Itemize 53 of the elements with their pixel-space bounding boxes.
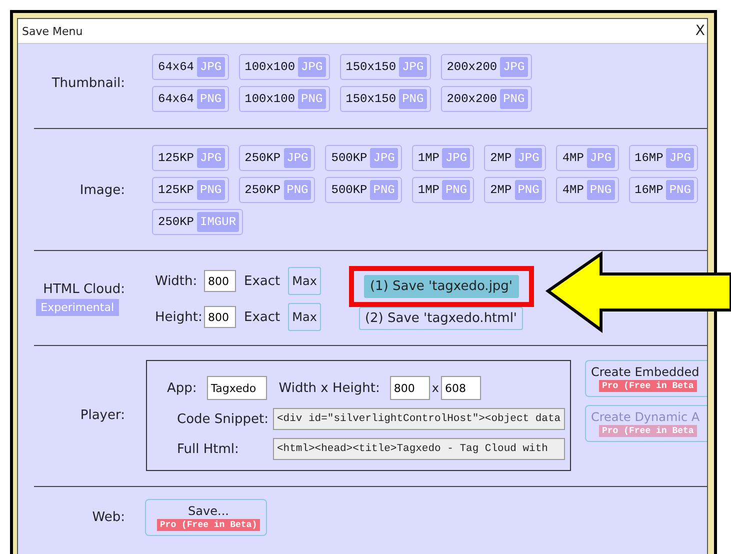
- size-format-button[interactable]: 200x200 JPG: [440, 54, 532, 80]
- size-format-button[interactable]: 500KP PNG: [325, 177, 402, 203]
- field-label: Height:: [155, 310, 204, 324]
- section-label: Player:: [80, 408, 125, 423]
- separator-text: x: [432, 381, 439, 395]
- exact-label: Exact: [244, 274, 280, 288]
- code-snippet-field[interactable]: <div id="silverlightControlHost"><object data: [273, 408, 565, 430]
- size-format-button[interactable]: 16MP PNG: [628, 177, 698, 203]
- size-format-button[interactable]: 200x200 PNG: [440, 86, 532, 112]
- size-format-button[interactable]: 1MP PNG: [412, 177, 474, 203]
- web-save-button[interactable]: Save... Pro (Free in Beta): [145, 499, 267, 536]
- size-format-button[interactable]: 150x150 JPG: [340, 54, 431, 80]
- exact-label: Exact: [244, 310, 280, 324]
- experimental-badge: Experimental: [36, 299, 119, 316]
- size-format-button[interactable]: 100x100 PNG: [238, 86, 330, 112]
- close-button[interactable]: X: [693, 23, 707, 39]
- size-format-button[interactable]: 2MP JPG: [484, 145, 546, 171]
- height-input[interactable]: 608: [440, 376, 481, 400]
- field-label: Width:: [155, 274, 198, 288]
- size-format-button[interactable]: 125KP JPG: [152, 145, 229, 171]
- full-html-field[interactable]: <html><head><title>Tagxedo - Tag Cloud with: [273, 438, 565, 460]
- max-button[interactable]: Max: [288, 267, 321, 295]
- field-label: App:: [167, 380, 197, 396]
- max-button[interactable]: Max: [288, 303, 321, 331]
- field-label: Width x Height:: [278, 380, 380, 396]
- size-format-button[interactable]: 250KP IMGUR: [152, 209, 244, 235]
- size-format-button[interactable]: 250KP JPG: [238, 145, 316, 171]
- field-label: Full Html:: [177, 442, 240, 456]
- size-format-button[interactable]: 2MP PNG: [484, 177, 546, 203]
- width-input[interactable]: 800: [390, 376, 430, 400]
- size-format-button[interactable]: 4MP PNG: [556, 177, 619, 203]
- section-label: Web:: [92, 510, 125, 525]
- size-format-button[interactable]: 125KP PNG: [152, 177, 229, 203]
- field-label: Code Snippet:: [177, 412, 270, 426]
- size-format-button[interactable]: 250KP PNG: [238, 177, 316, 203]
- dialog-title: Save Menu: [22, 24, 83, 38]
- section-label: Image:: [80, 182, 125, 198]
- size-format-button[interactable]: 4MP JPG: [556, 145, 619, 171]
- size-format-button[interactable]: 16MP JPG: [628, 145, 698, 171]
- number-input[interactable]: 800: [204, 270, 236, 292]
- size-format-button[interactable]: 64x64 PNG: [152, 86, 229, 112]
- section-label: Thumbnail:: [52, 76, 125, 90]
- save-button[interactable]: (1) Save 'tagxedo.jpg': [364, 275, 519, 298]
- size-format-button[interactable]: 100x100 JPG: [238, 54, 330, 80]
- size-format-button[interactable]: 150x150 PNG: [340, 86, 431, 112]
- size-format-button[interactable]: 1MP JPG: [412, 145, 474, 171]
- save-button[interactable]: (2) Save 'tagxedo.html': [358, 307, 524, 330]
- number-input[interactable]: 800: [204, 306, 236, 328]
- create-button[interactable]: Create Embedded Pro (Free in Beta: [585, 360, 707, 397]
- app-input[interactable]: Tagxedo: [206, 376, 267, 400]
- section-label: HTML Cloud:: [43, 282, 125, 297]
- size-format-button[interactable]: 500KP JPG: [325, 145, 402, 171]
- size-format-button[interactable]: 64x64 JPG: [152, 54, 229, 80]
